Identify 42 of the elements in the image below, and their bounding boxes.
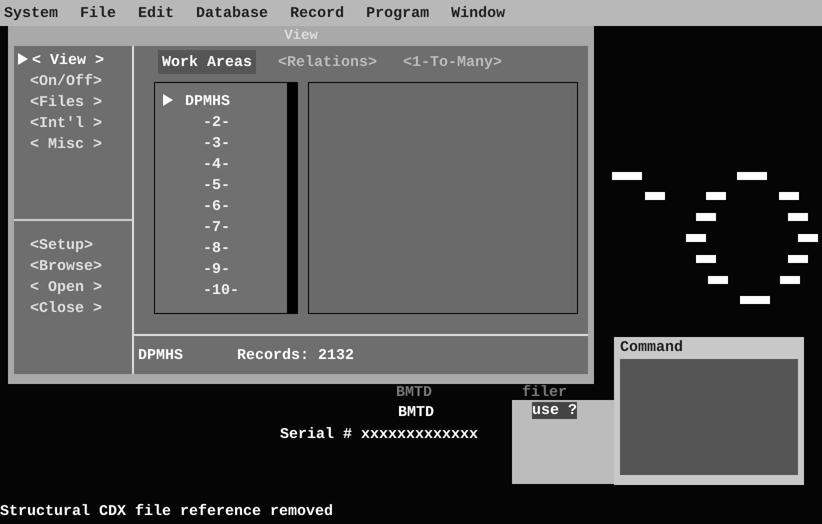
desktop-text: Serial # xxxxxxxxxxxxx bbox=[280, 426, 478, 443]
menu-item[interactable]: Edit bbox=[138, 4, 174, 22]
push-button[interactable]: < Misc > bbox=[14, 134, 132, 155]
list-item[interactable]: DPMHS bbox=[155, 93, 287, 114]
list-item[interactable]: -10- bbox=[155, 282, 287, 303]
pointer-icon bbox=[18, 53, 28, 65]
push-button[interactable]: < View > bbox=[14, 50, 132, 71]
list-item[interactable]: -9- bbox=[155, 261, 287, 282]
push-button[interactable]: <Browse> bbox=[14, 256, 132, 277]
pointer-icon bbox=[163, 94, 173, 106]
menu-item[interactable]: Window bbox=[451, 4, 506, 22]
menu-item[interactable]: File bbox=[80, 4, 116, 22]
list-item[interactable]: -8- bbox=[155, 240, 287, 261]
push-button[interactable]: <On/Off> bbox=[14, 71, 132, 92]
record-count: Records: 2132 bbox=[237, 346, 354, 364]
list-item[interactable]: -7- bbox=[155, 219, 287, 240]
list-item[interactable]: -3- bbox=[155, 135, 287, 156]
menu-item[interactable]: Database bbox=[196, 4, 268, 22]
tab[interactable]: <Relations> bbox=[274, 50, 382, 74]
alias-label: DPMHS bbox=[138, 346, 184, 364]
tab[interactable]: Work Areas bbox=[158, 50, 256, 74]
command-text: use ? bbox=[532, 402, 578, 419]
list-item[interactable]: -2- bbox=[155, 114, 287, 135]
push-button[interactable]: <Setup> bbox=[14, 235, 132, 256]
scrollbar[interactable] bbox=[288, 82, 298, 314]
window-title: Command bbox=[620, 339, 684, 358]
list-item[interactable]: -5- bbox=[155, 177, 287, 198]
menu-item[interactable]: System bbox=[4, 4, 58, 22]
list-item[interactable]: -6- bbox=[155, 198, 287, 219]
status-message: Structural CDX file reference removed bbox=[0, 503, 334, 520]
push-button[interactable]: <Files > bbox=[14, 92, 132, 113]
desktop-text: BMTD bbox=[396, 384, 432, 403]
desktop-text: filer bbox=[522, 384, 568, 403]
push-button[interactable]: < Open > bbox=[14, 277, 132, 298]
menu-item[interactable]: Program bbox=[366, 4, 430, 22]
tab[interactable]: <1-To-Many> bbox=[399, 50, 506, 74]
menu-item[interactable]: Record bbox=[290, 4, 344, 22]
desktop-text: BMTD bbox=[398, 404, 434, 421]
push-button[interactable]: <Int'l > bbox=[14, 113, 132, 134]
list-item[interactable]: -4- bbox=[155, 156, 287, 177]
command-input[interactable] bbox=[620, 359, 798, 475]
push-button[interactable]: <Close > bbox=[14, 298, 132, 319]
